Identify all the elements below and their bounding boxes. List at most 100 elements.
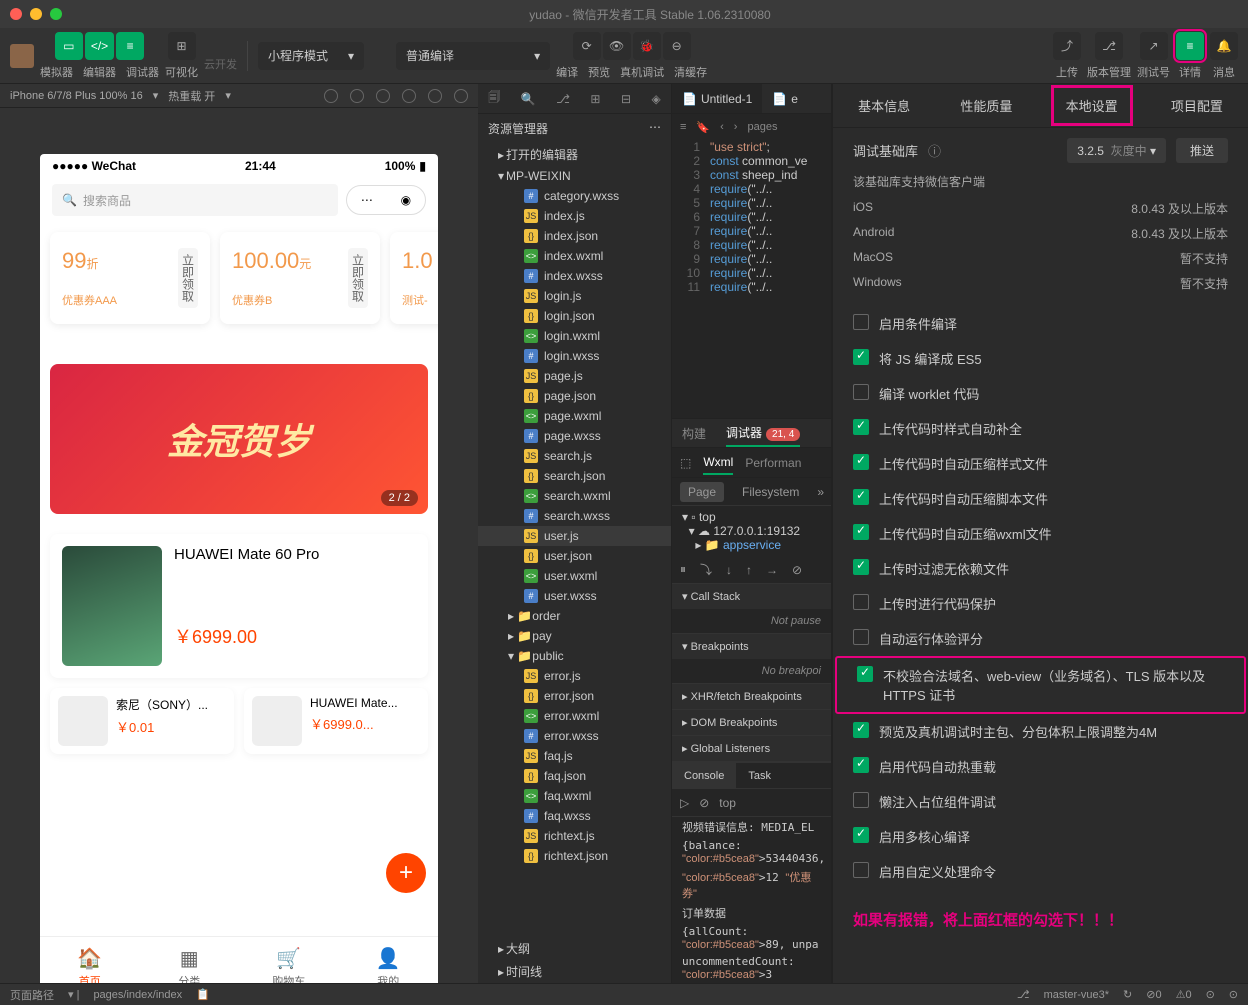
page-tab[interactable]: Page [680,482,724,502]
checkbox[interactable] [853,827,869,843]
banner[interactable]: 金冠贺岁 2 / 2 [50,364,428,514]
setting-check[interactable]: 上传时进行代码保护 [833,586,1248,621]
debugger-toggle[interactable]: ≡ [116,32,144,60]
editor-tab[interactable]: 📄 Untitled-1 [672,84,762,113]
compile-mode-dropdown[interactable]: 普通编译▾ [396,42,550,70]
product-small-card[interactable]: 索尼（SONY）...￥0.01 [50,688,234,754]
preview-button[interactable]: 👁 [603,32,631,60]
minimize-window[interactable] [30,8,42,20]
setting-check[interactable]: 上传代码时自动压缩wxml文件 [833,516,1248,551]
product-card[interactable]: HUAWEI Mate 60 Pro ￥6999.00 [50,534,428,678]
checkbox[interactable] [857,666,873,682]
remote-debug-button[interactable]: 🐞 [633,32,661,60]
version-button[interactable]: ⎇ [1095,32,1123,60]
checkbox[interactable] [853,757,869,773]
file-item[interactable]: JSrichtext.js [478,826,671,846]
checkbox[interactable] [853,384,869,400]
file-item[interactable]: JSerror.js [478,666,671,686]
setting-check[interactable]: 懒注入占位组件调试 [833,784,1248,819]
ext-icon[interactable]: ⊞ [590,92,600,106]
close-window[interactable] [10,8,22,20]
file-item[interactable]: <>user.wxml [478,566,671,586]
file-item[interactable]: <>login.wxml [478,326,671,346]
file-item[interactable]: <>faq.wxml [478,786,671,806]
file-item[interactable]: {}richtext.json [478,846,671,866]
capsule-button[interactable]: ⋯◉ [346,185,426,215]
files-icon[interactable]: 🗐 [488,88,500,109]
editor-toggle[interactable]: </> [85,32,114,60]
filesystem-tab[interactable]: Filesystem [734,482,807,502]
file-item[interactable]: ▾ 📁public [478,646,671,666]
setting-check[interactable]: 编译 worklet 代码 [833,376,1248,411]
performance-tab[interactable]: Performan [745,452,801,474]
checkbox[interactable] [853,419,869,435]
file-item[interactable]: {}search.json [478,466,671,486]
editor-tab[interactable]: 📄 e [762,84,808,113]
file-item[interactable]: #login.wxss [478,346,671,366]
simulator-toggle[interactable]: ▭ [55,32,83,60]
checkbox[interactable] [853,489,869,505]
checkbox[interactable] [853,314,869,330]
page-path[interactable]: pages/index/index [93,989,182,1001]
coupon-card[interactable]: 100.00元优惠券B立即领取 [220,232,380,324]
file-item[interactable]: <>error.wxml [478,706,671,726]
file-item[interactable]: {}page.json [478,386,671,406]
section-outline[interactable]: ▸ 大纲 [478,937,671,960]
plugin-icon[interactable]: ◈ [651,92,660,106]
tab-分类[interactable]: ▦分类 [140,937,240,983]
db-icon[interactable]: ⊟ [621,92,631,106]
mode-dropdown[interactable]: 小程序模式▾ [258,42,364,70]
compile-button[interactable]: ⟳ [573,32,601,60]
coupon-card[interactable]: 99折优惠券AAA立即领取 [50,232,210,324]
setting-check[interactable]: 上传代码时自动压缩脚本文件 [833,481,1248,516]
section-project[interactable]: ▾ MP-WEIXIN [478,166,671,186]
file-item[interactable]: JSlogin.js [478,286,671,306]
base-lib-select[interactable]: 3.2.5 灰度中 ▾ [1067,138,1166,163]
branch-icon[interactable]: ⎇ [556,92,570,106]
checkbox[interactable] [853,594,869,610]
settings-tab[interactable]: 项目配置 [1159,88,1235,123]
file-item[interactable]: {}user.json [478,546,671,566]
file-item[interactable]: {}index.json [478,226,671,246]
fab-add-button[interactable]: + [386,853,426,893]
file-item[interactable]: #page.wxss [478,426,671,446]
file-item[interactable]: {}faq.json [478,766,671,786]
file-item[interactable]: #category.wxss [478,186,671,206]
checkbox[interactable] [853,629,869,645]
setting-check[interactable]: 预览及真机调试时主包、分包体积上限调整为4M [833,714,1248,749]
setting-check[interactable]: 将 JS 编译成 ES5 [833,341,1248,376]
file-item[interactable]: JSindex.js [478,206,671,226]
checkbox[interactable] [853,792,869,808]
settings-tab[interactable]: 性能质量 [948,88,1024,123]
search-icon[interactable]: 🔍 [521,92,536,106]
file-item[interactable]: ▸ 📁pay [478,626,671,646]
file-item[interactable]: #faq.wxss [478,806,671,826]
file-item[interactable]: #search.wxss [478,506,671,526]
push-button[interactable]: 推送 [1176,138,1228,163]
checkbox[interactable] [853,349,869,365]
console-tab[interactable]: Console [672,763,736,788]
search-input[interactable]: 🔍 搜索商品 [52,184,338,216]
section-open-editors[interactable]: ▸ 打开的编辑器 [478,143,671,166]
product-small-card[interactable]: HUAWEI Mate...￥6999.0... [244,688,428,754]
message-button[interactable]: 🔔 [1210,32,1238,60]
task-tab[interactable]: Task [736,763,783,788]
tab-我的[interactable]: 👤我的 [339,937,439,983]
file-item[interactable]: {}login.json [478,306,671,326]
debugger-tab[interactable]: 调试器21, 4 [726,420,800,447]
device-selector[interactable]: iPhone 6/7/8 Plus 100% 16 [10,90,143,102]
inspect-icon[interactable]: ⬚ [680,456,691,470]
settings-tab[interactable]: 基本信息 [846,88,922,123]
visualize-button[interactable]: ⊞ [168,32,196,60]
checkbox[interactable] [853,722,869,738]
coupon-card[interactable]: 1.0测试- [390,232,438,324]
file-item[interactable]: {}error.json [478,686,671,706]
setting-check[interactable]: 自动运行体验评分 [833,621,1248,656]
file-item[interactable]: #error.wxss [478,726,671,746]
settings-tab[interactable]: 本地设置 [1051,85,1133,126]
file-item[interactable]: ▸ 📁order [478,606,671,626]
file-item[interactable]: #user.wxss [478,586,671,606]
file-item[interactable]: <>index.wxml [478,246,671,266]
setting-check[interactable]: 启用代码自动热重载 [833,749,1248,784]
clear-cache-button[interactable]: ⊖ [663,32,691,60]
